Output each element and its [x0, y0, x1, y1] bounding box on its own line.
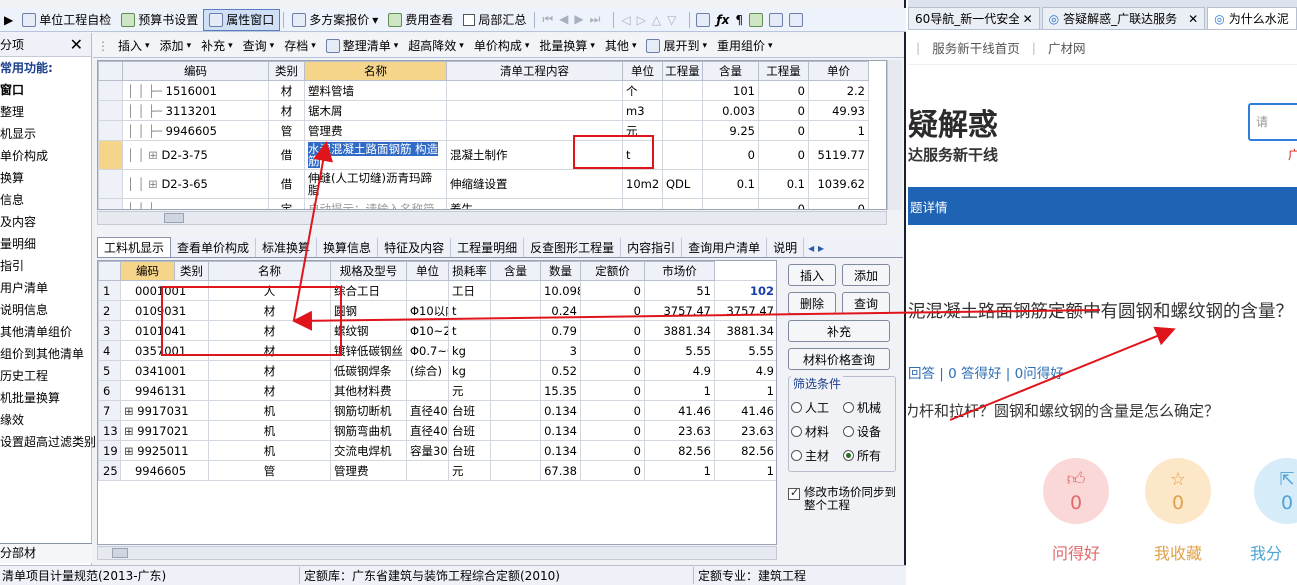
annotation-arrows	[292, 141, 1176, 421]
